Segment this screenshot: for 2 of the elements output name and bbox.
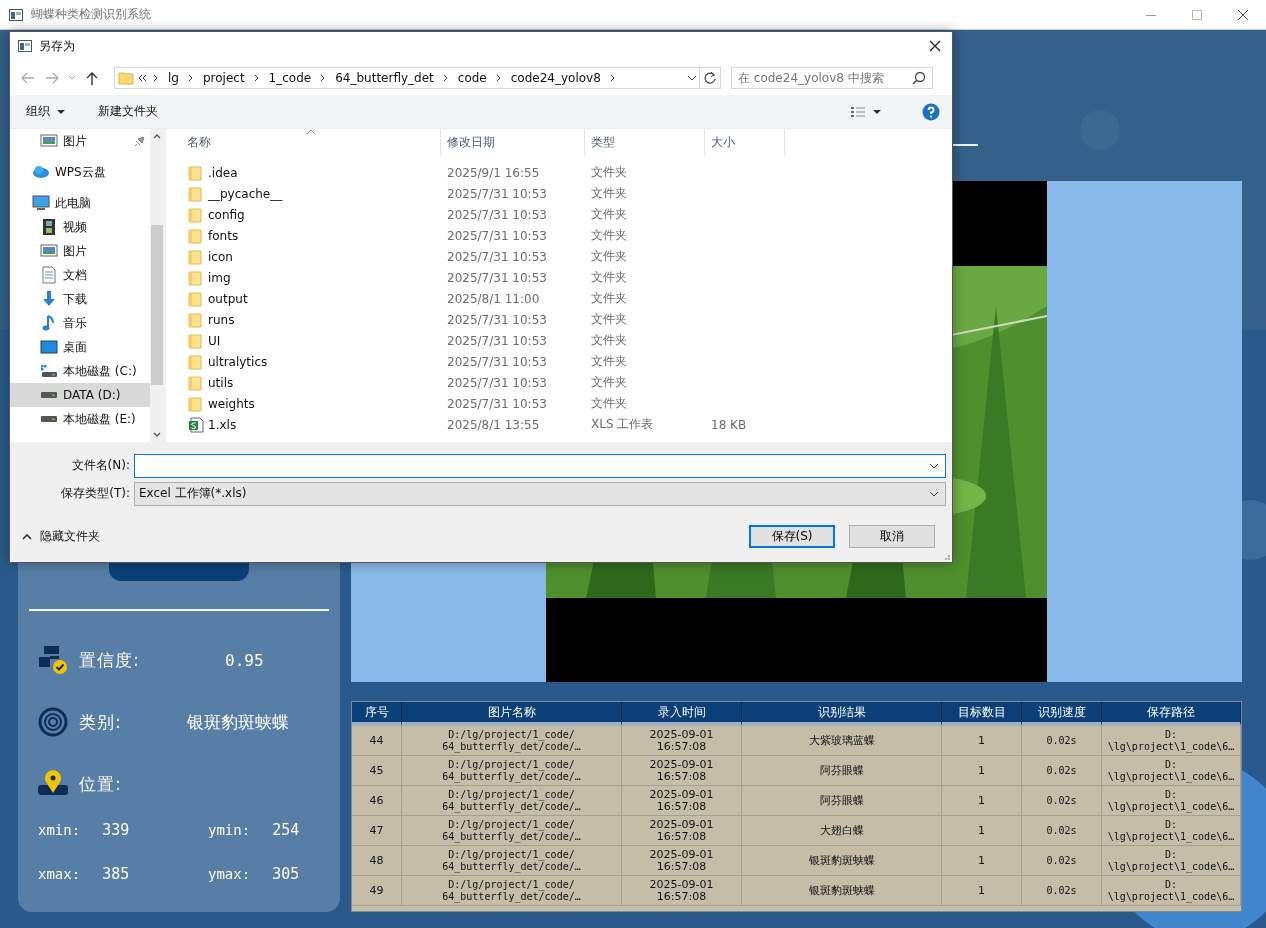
window-title: 蝴蝶种类检测识别系统 bbox=[31, 6, 151, 23]
app-icon bbox=[9, 8, 23, 21]
